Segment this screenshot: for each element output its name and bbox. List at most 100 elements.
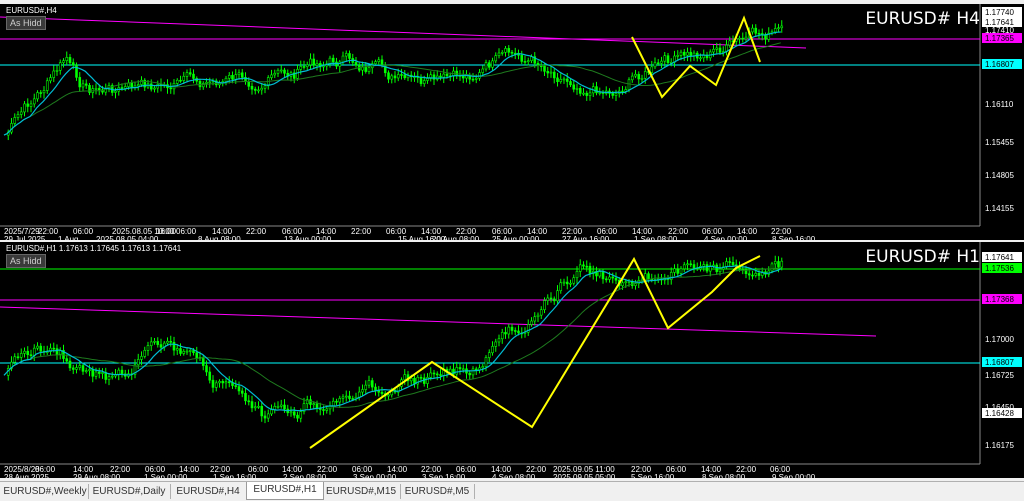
candle-body [699, 57, 702, 60]
chart-h4-canvas[interactable]: 1.177401.176411.174101.173651.168071.161… [0, 4, 1024, 240]
chart-h1[interactable]: 1.17641 1.17536 1.17368 1.17000 1.16807 1.167… [0, 242, 1024, 478]
candle-body [380, 59, 384, 66]
candle-body [231, 75, 234, 80]
candle-body [156, 84, 160, 89]
candle-body [185, 72, 189, 77]
price-label: 1.17641 [985, 253, 1014, 262]
time-label: 2025.09.05 11:00 [553, 465, 615, 474]
candle-body [260, 405, 264, 417]
candle-body [257, 89, 260, 92]
candle-body [39, 345, 43, 352]
candle-body [23, 350, 26, 354]
candle-body [374, 61, 377, 65]
candle-body [432, 372, 436, 375]
candle-body [643, 71, 647, 79]
candle-body [481, 68, 485, 73]
candle-body [484, 62, 488, 70]
candle-body [367, 67, 371, 72]
candle-body [296, 414, 299, 419]
candle-body [474, 368, 478, 371]
tab-eurusd--h1[interactable]: EURUSD#,H1 [246, 482, 324, 500]
trendline[interactable] [0, 306, 877, 337]
candle-body [380, 391, 384, 394]
candle-body [387, 394, 390, 397]
candle-body [757, 32, 761, 35]
candle-body [543, 300, 546, 311]
candle-body [188, 350, 192, 352]
tab-eurusd--h4[interactable]: EURUSD#,H4 [170, 484, 247, 499]
candle-body [442, 73, 446, 78]
candle-body [770, 263, 774, 272]
tab-eurusd--daily[interactable]: EURUSD#,Daily [88, 484, 171, 499]
candle-body [757, 273, 761, 276]
tab-eurusd--weekly[interactable]: EURUSD#,Weekly [2, 484, 89, 499]
candle-body [543, 65, 546, 72]
candle-body [578, 264, 582, 272]
candle-body [175, 348, 179, 351]
as-hidden-button-h1[interactable]: As Hidd [6, 254, 46, 268]
candle-body [656, 62, 660, 65]
candle-body [260, 87, 264, 91]
price-label: 1.16807 [985, 60, 1014, 69]
candle-body [773, 28, 777, 33]
trendline[interactable] [0, 16, 807, 49]
candle-body [773, 261, 777, 265]
candle-body [637, 73, 641, 80]
candle-body [604, 278, 608, 281]
candle-body [185, 350, 189, 353]
candle-body [419, 377, 423, 379]
candle-body [101, 372, 104, 374]
candle-body [582, 92, 585, 95]
tab-eurusd--m15[interactable]: EURUSD#,M15 [322, 484, 401, 499]
chart-h1-canvas[interactable]: 1.17641 1.17536 1.17368 1.17000 1.16807 1.167… [0, 242, 1024, 478]
candle-body [26, 103, 30, 107]
candle-body [676, 268, 680, 274]
candle-body [497, 338, 501, 343]
candle-body [29, 103, 33, 107]
time-label: 22:00 [317, 465, 338, 474]
candle-body [728, 261, 732, 263]
candle-body [23, 103, 26, 113]
moving-average-fast [3, 31, 781, 136]
candle-body [777, 27, 780, 30]
candle-body [71, 367, 75, 370]
candle-body [175, 79, 179, 84]
candle-body [341, 55, 345, 63]
candle-body [208, 371, 212, 381]
candle-body [780, 25, 784, 29]
candle-body [426, 78, 429, 81]
candle-body [530, 320, 533, 325]
candle-body [422, 80, 426, 84]
candle-body [149, 341, 153, 346]
candle-body [305, 64, 309, 67]
candle-body [484, 357, 488, 367]
candle-body [52, 70, 56, 78]
price-label: 1.14155 [985, 204, 1014, 213]
chart-h4-symbol-line: EURUSD#,H4 [6, 6, 57, 15]
candle-body [153, 87, 156, 90]
as-hidden-button-h4[interactable]: As Hidd [6, 16, 46, 30]
candle-body [84, 83, 88, 86]
candle-body [19, 353, 23, 358]
candle-body [679, 51, 683, 56]
candle-body [136, 359, 140, 366]
candle-body [75, 367, 78, 370]
candle-body [107, 376, 111, 380]
candle-body [169, 340, 173, 343]
candle-body [257, 405, 260, 408]
candle-body [36, 92, 39, 100]
candle-body [439, 75, 442, 78]
candle-body [192, 73, 195, 79]
tab-eurusd--m5[interactable]: EURUSD#,M5 [400, 484, 475, 499]
time-label: 22:00 [246, 227, 267, 236]
price-label: 1.17536 [985, 264, 1014, 273]
time-label: 06:00 [666, 465, 687, 474]
chart-h1-title: EURUSD# H1 [865, 247, 980, 267]
time-label: 14:00 [212, 227, 233, 236]
candle-body [55, 70, 59, 72]
candle-body [702, 264, 706, 267]
candle-body [673, 268, 676, 273]
candle-body [296, 69, 299, 79]
candle-body [153, 340, 156, 343]
chart-h4[interactable]: 1.17740 1.17641 1.17410 1.17365 1.16807 1.161… [0, 4, 1024, 240]
